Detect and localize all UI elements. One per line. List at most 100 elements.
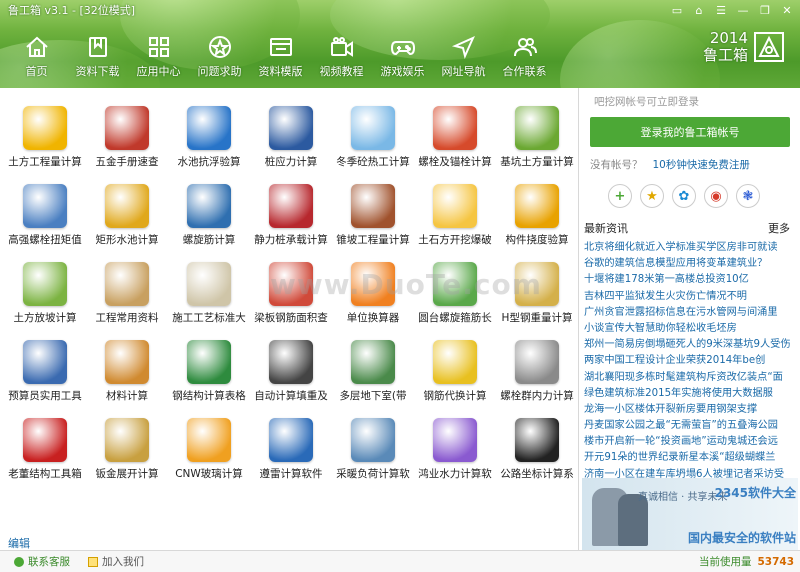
sphere-icon	[105, 184, 149, 228]
news-item[interactable]: 龙海一小区楼体开裂新房要用钢架支撑	[584, 402, 798, 418]
join-icon	[88, 556, 98, 567]
tool-item[interactable]: 桩应力计算	[250, 92, 332, 170]
snowflake-icon	[351, 106, 395, 150]
plus-icon[interactable]: +	[608, 184, 632, 208]
tool-item[interactable]: 螺栓及锚栓计算	[414, 92, 496, 170]
support-link[interactable]: 联系客服	[14, 554, 70, 569]
tool-item[interactable]: 钢结构计算表格	[168, 326, 250, 404]
nav-label: 问题求助	[197, 65, 242, 78]
news-item[interactable]: 湖北襄阳现多栋时髦建筑构斥资改亿装点“面	[584, 370, 798, 386]
tool-item[interactable]: 遵雷计算软件	[250, 404, 332, 482]
tool-label: 静力桩承载计算	[254, 234, 328, 246]
tool-item[interactable]: 土方工程量计算	[4, 92, 86, 170]
news-item[interactable]: 北京将细化就近入学标准买学区房非可就读	[584, 240, 798, 256]
menu-icon[interactable]: ☰	[712, 2, 730, 18]
nav-item-apps[interactable]: 应用中心	[128, 30, 189, 84]
news-item[interactable]: 两家中国工程设计企业荣获2014年be创	[584, 353, 798, 369]
news-item[interactable]: 楼市开启新一轮“投资画地”运动鬼城还会远	[584, 434, 798, 450]
weibo-icon[interactable]: ◉	[704, 184, 728, 208]
paw-icon[interactable]: ❃	[736, 184, 760, 208]
tool-item[interactable]: 采暖负荷计算软	[332, 404, 414, 482]
tool-item[interactable]: 多层地下室(带	[332, 326, 414, 404]
tool-label: 螺旋筋计算	[182, 234, 236, 246]
logo-icon	[754, 32, 784, 62]
news-item[interactable]: 广州贪官泄露招标信息在污水管网与间涌里	[584, 305, 798, 321]
nav-item-videos[interactable]: 视频教程	[311, 30, 372, 84]
nav-item-games[interactable]: 游戏娱乐	[372, 30, 433, 84]
tool-item[interactable]: 钢筋代换计算	[414, 326, 496, 404]
news-more-link[interactable]: 更多	[768, 220, 790, 236]
tool-item[interactable]: 矩形水池计算	[86, 170, 168, 248]
tool-item[interactable]: 自动计算填重及	[250, 326, 332, 404]
minimize-button[interactable]: —	[734, 2, 752, 18]
tool-item[interactable]: 土石方开挖爆破	[414, 170, 496, 248]
news-item[interactable]: 吉林四平监狱发生火灾伤亡情况不明	[584, 289, 798, 305]
landscape-icon	[23, 262, 67, 306]
road-icon	[515, 418, 559, 462]
tool-item[interactable]: 静力桩承载计算	[250, 170, 332, 248]
megaphone-icon	[105, 340, 149, 384]
nav-item-downloads[interactable]: 资料下载	[67, 30, 128, 84]
tool-item[interactable]: 公路坐标计算系	[496, 404, 578, 482]
grid-icon	[148, 37, 169, 57]
nav-item-navigation[interactable]: 网址导航	[433, 30, 494, 84]
tool-item[interactable]: 锥坡工程量计算	[332, 170, 414, 248]
tool-item[interactable]: 材料计算	[86, 326, 168, 404]
restore-button[interactable]: ❐	[756, 2, 774, 18]
tool-label: 基坑土方量计算	[500, 156, 574, 168]
tool-label: 钢筋代换计算	[423, 390, 487, 402]
edit-link[interactable]: 编辑	[8, 535, 30, 551]
nav-item-contact[interactable]: 合作联系	[494, 30, 555, 84]
tool-label: 钢结构计算表格	[172, 390, 246, 402]
tool-item[interactable]: 五金手册速查	[86, 92, 168, 170]
ruler-icon	[433, 340, 477, 384]
tool-label: 冬季砼热工计算	[336, 156, 410, 168]
nav-label: 合作联系	[502, 65, 547, 78]
register-row: 没有帐号？ 10秒钟快速免费注册	[590, 157, 798, 172]
tool-label: 材料计算	[106, 390, 148, 402]
tool-item[interactable]: 基坑土方量计算	[496, 92, 578, 170]
brand-year: 2014	[709, 29, 748, 47]
tool-item[interactable]: 螺旋筋计算	[168, 170, 250, 248]
minimize-icon[interactable]: ▭	[668, 2, 686, 18]
news-item[interactable]: 郑州一简易房倒塌砸死人的9米深基坑9人受伤	[584, 337, 798, 353]
join-link[interactable]: 加入我们	[88, 554, 144, 569]
news-item[interactable]: 小谈宣传大智慧助你轻松收毛坯房	[584, 321, 798, 337]
tool-item[interactable]: 高强螺栓扭矩值	[4, 170, 86, 248]
nav-item-help[interactable]: 问题求助	[189, 30, 250, 84]
tool-item[interactable]: 施工工艺标准大	[168, 248, 250, 326]
shirt-icon[interactable]: ⌂	[690, 2, 708, 18]
star-icon[interactable]: ★	[640, 184, 664, 208]
close-button[interactable]: ✕	[778, 2, 796, 18]
images-icon	[351, 418, 395, 462]
news-item[interactable]: 绿色建筑标准2015年实施将使用大数据服	[584, 386, 798, 402]
nav-label: 视频教程	[319, 65, 364, 78]
news-item[interactable]: 十堰将建178米第一高楼总投资10亿	[584, 272, 798, 288]
qzone-icon[interactable]: ✿	[672, 184, 696, 208]
nav-item-home[interactable]: 首页	[6, 30, 67, 84]
ad-banner[interactable]: 真诚相信 · 共享未来 2345软件大全 国内最安全的软件站	[582, 478, 798, 550]
news-item[interactable]: 谷歌的建筑信息模型应用将变革建筑业？	[584, 256, 798, 272]
login-hint: 吧挖网帐号可立即登录	[594, 96, 699, 108]
window-title: 鲁工箱 v3.1 - [32位模式]	[8, 4, 136, 17]
tool-item[interactable]: 老董结构工具箱	[4, 404, 86, 482]
tool-item[interactable]: 构件挠度验算	[496, 170, 578, 248]
tool-item[interactable]: CNW玻璃计算	[168, 404, 250, 482]
tool-label: 钣金展开计算	[95, 468, 159, 480]
tool-item[interactable]: 螺栓群内力计算	[496, 326, 578, 404]
register-link[interactable]: 10秒钟快速免费注册	[653, 159, 750, 171]
news-item[interactable]: 开元91朵的世界纪录新星本溪“超级蝴蝶兰	[584, 450, 798, 466]
tool-item[interactable]: 预算员实用工具	[4, 326, 86, 404]
login-button[interactable]: 登录我的鲁工箱帐号	[590, 117, 790, 147]
tool-label: H型钢重量计算	[501, 312, 573, 324]
header-bar: 鲁工箱 v3.1 - [32位模式] ▭ ⌂ ☰ — ❐ ✕ 首页 资料下载 应…	[0, 0, 800, 88]
tool-item[interactable]: 钣金展开计算	[86, 404, 168, 482]
news-item[interactable]: 丹麦国家公园之最“无需萤盲”的五叠海公园	[584, 418, 798, 434]
nav-item-templates[interactable]: 资料模版	[250, 30, 311, 84]
tool-item[interactable]: 工程常用资料	[86, 248, 168, 326]
tool-item[interactable]: 水池抗浮验算	[168, 92, 250, 170]
tool-item[interactable]: 冬季砼热工计算	[332, 92, 414, 170]
main-nav: 首页 资料下载 应用中心 问题求助 资料模版 视频教程 游戏娱乐 网址导航 合作…	[6, 30, 555, 84]
tool-item[interactable]: 鸿业水力计算软	[414, 404, 496, 482]
tool-item[interactable]: 土方放坡计算	[4, 248, 86, 326]
